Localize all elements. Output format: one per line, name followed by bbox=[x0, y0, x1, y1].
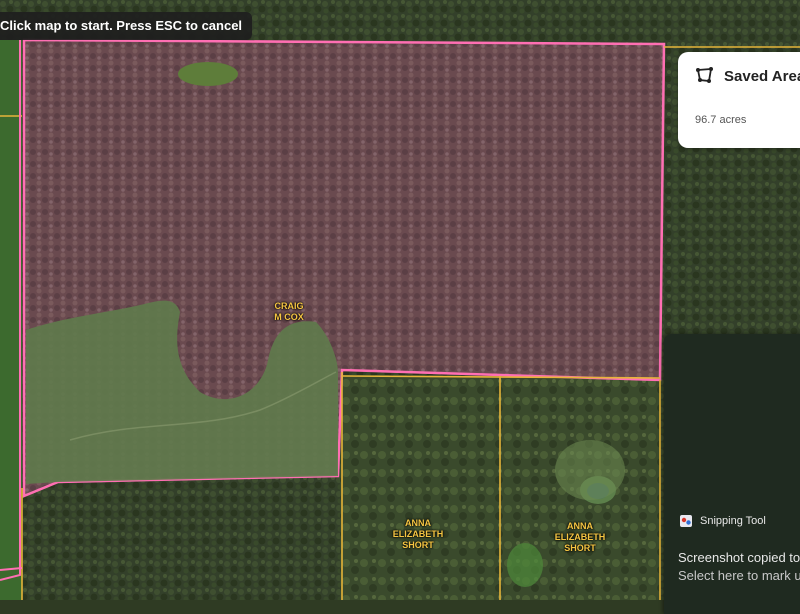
toast-app-name: Snipping Tool bbox=[700, 515, 766, 527]
saved-area-card[interactable]: Saved Area 96.7 acres bbox=[678, 52, 800, 148]
instruction-banner: Click map to start. Press ESC to cancel bbox=[0, 12, 253, 40]
small-clearing bbox=[178, 62, 238, 86]
polygon-icon bbox=[696, 67, 713, 83]
snipping-tool-icon bbox=[680, 515, 692, 527]
parcel-label-anna-elizabeth-short-east: ANNA ELIZABETH SHORT bbox=[554, 521, 606, 553]
clearing bbox=[507, 543, 543, 587]
clearing bbox=[555, 440, 625, 500]
parcel-label-anna-elizabeth-short-west: ANNA ELIZABETH SHORT bbox=[392, 518, 444, 550]
west-strip bbox=[0, 40, 22, 600]
snipping-tool-notification[interactable]: Snipping Tool Screenshot copied to Selec… bbox=[664, 334, 800, 614]
toast-subtext[interactable]: Select here to mark up bbox=[678, 568, 800, 583]
toast-message: Screenshot copied to bbox=[678, 550, 800, 565]
parcel-label-craig-m-cox: CRAIG M COX bbox=[274, 301, 304, 322]
saved-area-acres: 96.7 acres bbox=[695, 114, 747, 126]
saved-area-title: Saved Area bbox=[724, 68, 800, 85]
